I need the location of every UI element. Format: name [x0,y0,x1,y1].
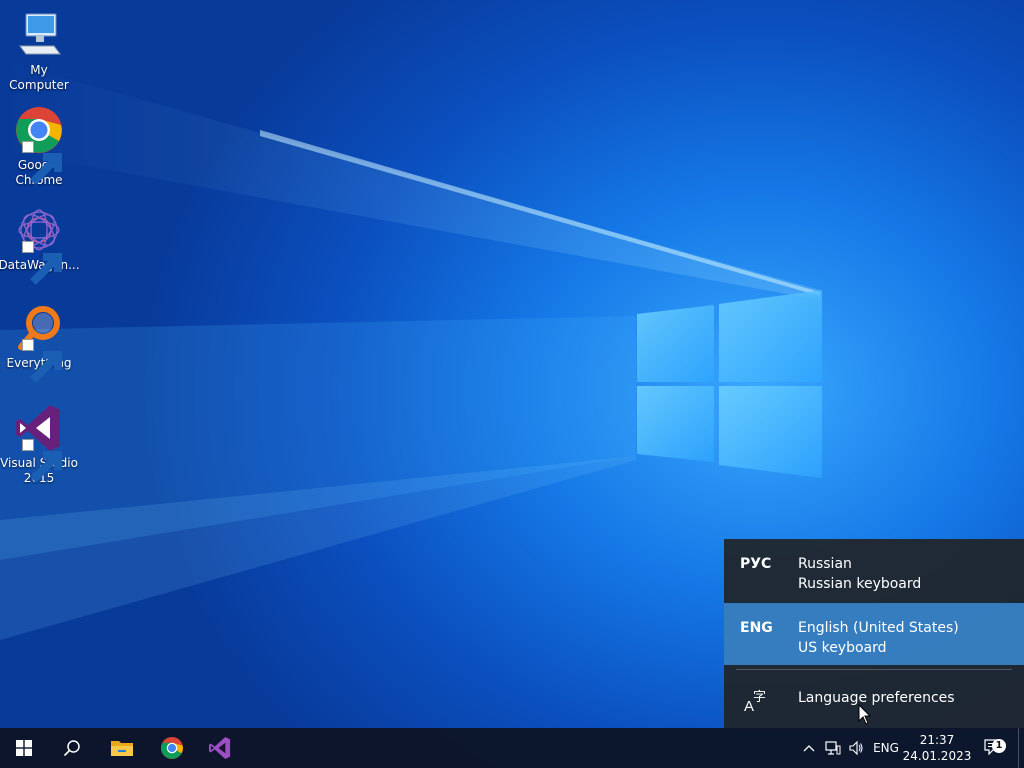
desktop-icon-my-computer[interactable]: My Computer [0,10,78,93]
input-indicator-button[interactable]: ENG [870,728,902,768]
search-icon [63,740,80,757]
keyboard-layout: Russian keyboard [798,576,922,592]
shortcut-arrow-icon [22,439,62,483]
shortcut-arrow-icon [22,241,62,285]
shortcut-arrow-icon [22,141,62,185]
language-option-english[interactable]: ENG English (United States) US keyboard [724,603,1024,665]
desktop-icon-everything[interactable]: Everything [0,303,78,383]
windows-logo-icon [16,740,32,756]
mouse-cursor-icon [858,704,872,725]
language-flyout: РУС Russian Russian keyboard ENG English… [724,539,1024,729]
language-icon: A 字 [744,690,766,713]
speaker-icon [849,740,863,756]
language-option-russian[interactable]: РУС Russian Russian keyboard [724,539,1024,601]
datawagon-icon [14,205,64,285]
desktop-icon-google-chrome[interactable]: Google Chrome [0,105,78,188]
svg-text:字: 字 [753,690,766,705]
folder-icon [111,741,133,756]
show-desktop-button[interactable] [1018,728,1024,768]
network-icon [825,741,841,755]
chevron-up-icon [803,745,815,752]
computer-icon [14,10,64,60]
flyout-separator [736,669,1012,670]
chrome-taskbar-button[interactable] [148,728,196,768]
language-name: English (United States) [798,620,959,636]
desktop-icon-label: My Computer [9,63,69,92]
everything-search-icon [14,303,64,383]
start-button[interactable] [0,728,48,768]
desktop-icon-datawagon[interactable]: DataWagon... [0,205,80,285]
notification-count-badge: 1 [992,739,1006,753]
chrome-icon [14,105,64,185]
language-preferences-label: Language preferences [798,690,955,706]
volume-button[interactable] [845,728,867,768]
clock-time: 21:37 [919,733,955,747]
keyboard-layout: US keyboard [798,640,887,656]
windows-wallpaper-logo [637,290,822,478]
desktop-icon-visual-studio[interactable]: Visual Studio 2015 [0,403,78,486]
search-button[interactable] [48,728,96,768]
taskbar: ENG 21:37 24.01.2023 1 [0,728,1024,768]
visual-studio-icon [208,736,231,760]
language-code: РУС [740,556,772,572]
language-preferences-link[interactable]: A 字 Language preferences [724,675,1024,729]
language-code: ENG [740,620,773,636]
network-button[interactable] [822,728,844,768]
visual-studio-icon [14,403,64,483]
chrome-icon [160,736,184,760]
clock-date: 24.01.2023 [902,749,972,763]
clock-button[interactable]: 21:37 24.01.2023 [900,728,974,768]
language-name: Russian [798,556,852,572]
file-explorer-button[interactable] [98,728,146,768]
shortcut-arrow-icon [22,339,62,383]
show-hidden-icons-button[interactable] [798,728,820,768]
visual-studio-taskbar-button[interactable] [196,728,244,768]
action-center-button[interactable]: 1 [980,728,1006,768]
